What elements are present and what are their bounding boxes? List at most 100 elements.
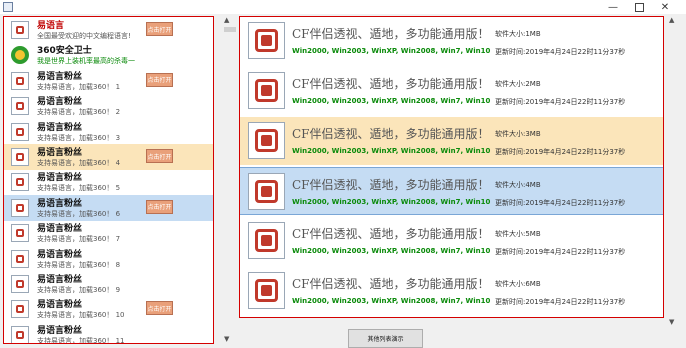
- minimize-button[interactable]: —: [600, 0, 626, 14]
- list-item[interactable]: 易语言粉丝 支持易语言，加载360！ 11: [4, 322, 213, 344]
- supported-os: Win2000, Win2003, WinXP, Win2008, Win7, …: [292, 297, 491, 305]
- file-size: 软件大小:2MB: [495, 80, 541, 88]
- left-list[interactable]: 易语言 全国最受欢迎的中文编程语言! 点击打开 360安全卫士 我是世界上装机率最高的杀…: [3, 16, 214, 344]
- software-row[interactable]: CF伴侣透视、遁地，多功能通用版！ Win2000, Win2003, WinXP…: [240, 67, 663, 115]
- app-icon: [11, 122, 29, 141]
- item-desc: 支持易语言，加载360！ 9: [37, 286, 121, 294]
- file-size: 软件大小:5MB: [495, 230, 541, 238]
- list-item[interactable]: 易语言粉丝 支持易语言，加载360！ 8: [4, 246, 213, 272]
- open-button[interactable]: 点击打开: [146, 149, 173, 163]
- list-item[interactable]: 易语言粉丝 支持易语言，加载360！ 2: [4, 93, 213, 119]
- list-item[interactable]: 易语言粉丝 支持易语言，加载360！ 3: [4, 119, 213, 145]
- file-size: 软件大小:6MB: [495, 280, 541, 288]
- other-list-demo-button[interactable]: 其他列表演示: [348, 329, 423, 348]
- app-icon: [11, 300, 29, 319]
- item-desc: 我是世界上装机率最高的杀毒一: [37, 57, 135, 66]
- right-scroll-down-icon[interactable]: ▼: [669, 318, 674, 326]
- file-size: 软件大小:4MB: [495, 181, 541, 189]
- app-icon: [11, 21, 29, 39]
- item-desc: 支持易语言，加载360！ 1: [37, 82, 121, 91]
- app-icon: [11, 97, 29, 116]
- software-icon: [248, 222, 285, 259]
- app-icon: [11, 173, 29, 192]
- file-size: 软件大小:1MB: [495, 30, 541, 38]
- list-item[interactable]: 易语言粉丝 支持易语言，加载360！ 5: [4, 169, 213, 195]
- scroll-up-icon[interactable]: ▲: [224, 16, 229, 24]
- item-name: 易语言粉丝: [37, 148, 83, 158]
- list-item[interactable]: 易语言粉丝 支持易语言，加载360！ 1 点击打开: [4, 68, 213, 94]
- software-title: CF伴侣透视、遁地，多功能通用版！: [292, 127, 490, 141]
- list-item[interactable]: 易语言粉丝 支持易语言，加载360！ 4 点击打开: [4, 144, 213, 170]
- software-icon: [248, 272, 285, 309]
- software-title: CF伴侣透视、遁地，多功能通用版！: [292, 77, 490, 91]
- app-icon: [11, 71, 29, 90]
- open-button[interactable]: 点击打开: [146, 22, 173, 36]
- software-row[interactable]: CF伴侣透视、遁地，多功能通用版！ Win2000, Win2003, WinXP…: [240, 167, 663, 215]
- item-name: 易语言粉丝: [37, 275, 83, 285]
- software-row[interactable]: CF伴侣透视、遁地，多功能通用版！ Win2000, Win2003, WinXP…: [240, 267, 663, 315]
- item-name: 易语言粉丝: [37, 249, 83, 260]
- software-title: CF伴侣透视、遁地，多功能通用版！: [292, 178, 490, 192]
- right-scroll-up-icon[interactable]: ▲: [669, 16, 674, 24]
- software-icon: [248, 173, 285, 210]
- update-time: 更新时间:2019年4月24日22时11分37秒: [495, 298, 626, 306]
- item-name: 易语言粉丝: [37, 71, 83, 82]
- item-desc: 支持易语言，加载360！ 11: [37, 336, 125, 344]
- item-desc: 全国最受欢迎的中文编程语言!: [37, 32, 131, 40]
- title-bar: — ✕: [0, 0, 686, 14]
- item-desc: 支持易语言，加载360！ 5: [37, 184, 121, 193]
- shield-icon: [11, 46, 29, 65]
- item-desc: 支持易语言，加载360！ 3: [37, 133, 121, 142]
- item-name: 易语言粉丝: [37, 97, 83, 108]
- open-button[interactable]: 点击打开: [146, 199, 173, 214]
- software-icon: [248, 72, 285, 109]
- list-item[interactable]: 易语言粉丝 支持易语言，加载360！ 7: [4, 220, 213, 246]
- scroll-down-icon[interactable]: ▼: [224, 335, 229, 343]
- scrollbar-thumb[interactable]: [224, 27, 236, 32]
- software-title: CF伴侣透视、遁地，多功能通用版！: [292, 277, 490, 291]
- list-item[interactable]: 360安全卫士 我是世界上装机率最高的杀毒一: [4, 42, 213, 68]
- item-name: 易语言粉丝: [37, 173, 83, 184]
- software-icon: [248, 22, 285, 59]
- list-item[interactable]: 易语言粉丝 支持易语言，加载360！ 10 点击打开: [4, 296, 213, 322]
- item-name: 易语言粉丝: [37, 325, 83, 336]
- supported-os: Win2000, Win2003, WinXP, Win2008, Win7, …: [292, 247, 491, 255]
- supported-os: Win2000, Win2003, WinXP, Win2008, Win7, …: [292, 97, 491, 105]
- app-icon: [11, 249, 29, 268]
- item-name: 易语言粉丝: [37, 122, 83, 133]
- item-name: 易语言粉丝: [37, 198, 83, 209]
- right-list[interactable]: CF伴侣透视、遁地，多功能通用版！ Win2000, Win2003, WinXP…: [239, 16, 664, 318]
- item-desc: 支持易语言，加载360！ 6: [37, 209, 121, 218]
- item-desc: 支持易语言，加载360！ 8: [37, 260, 121, 269]
- supported-os: Win2000, Win2003, WinXP, Win2008, Win7, …: [292, 47, 491, 55]
- app-icon: [11, 148, 29, 166]
- app-icon: [3, 2, 13, 12]
- maximize-button[interactable]: [626, 0, 652, 14]
- list-item[interactable]: 易语言 全国最受欢迎的中文编程语言! 点击打开: [4, 17, 213, 43]
- update-time: 更新时间:2019年4月24日22时11分37秒: [495, 148, 626, 156]
- item-desc: 支持易语言，加载360！ 10: [37, 311, 125, 320]
- list-item[interactable]: 易语言粉丝 支持易语言，加载360！ 6 点击打开: [4, 194, 213, 221]
- open-button[interactable]: 点击打开: [146, 72, 173, 87]
- supported-os: Win2000, Win2003, WinXP, Win2008, Win7, …: [292, 198, 491, 206]
- supported-os: Win2000, Win2003, WinXP, Win2008, Win7, …: [292, 147, 491, 155]
- file-size: 软件大小:3MB: [495, 130, 541, 138]
- item-name: 易语言: [37, 21, 65, 31]
- open-button[interactable]: 点击打开: [146, 301, 173, 316]
- item-name: 易语言粉丝: [37, 300, 83, 311]
- list-item[interactable]: 易语言粉丝 支持易语言，加载360！ 9: [4, 271, 213, 297]
- close-button[interactable]: ✕: [652, 0, 678, 14]
- app-icon: [11, 325, 29, 343]
- software-row[interactable]: CF伴侣透视、遁地，多功能通用版！ Win2000, Win2003, WinXP…: [240, 117, 663, 165]
- item-name: 360安全卫士: [37, 46, 92, 57]
- update-time: 更新时间:2019年4月24日22时11分37秒: [495, 199, 626, 207]
- software-row[interactable]: CF伴侣透视、遁地，多功能通用版！ Win2000, Win2003, WinXP…: [240, 217, 663, 265]
- item-desc: 支持易语言，加载360！ 7: [37, 235, 121, 244]
- software-title: CF伴侣透视、遁地，多功能通用版！: [292, 27, 490, 41]
- update-time: 更新时间:2019年4月24日22时11分37秒: [495, 98, 626, 106]
- software-row[interactable]: CF伴侣透视、遁地，多功能通用版！ Win2000, Win2003, WinXP…: [240, 17, 663, 65]
- item-desc: 支持易语言，加载360！ 2: [37, 108, 121, 117]
- update-time: 更新时间:2019年4月24日22时11分37秒: [495, 48, 626, 56]
- maximize-icon: [634, 2, 644, 12]
- app-icon: [11, 198, 29, 217]
